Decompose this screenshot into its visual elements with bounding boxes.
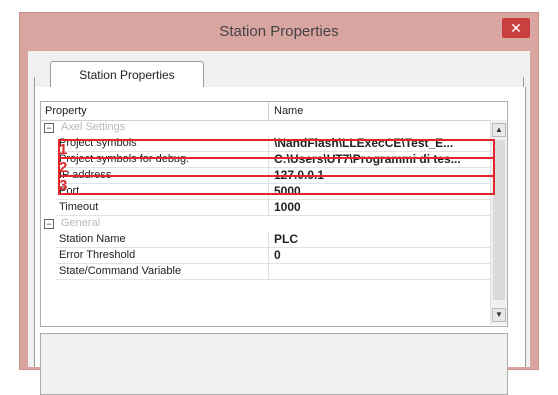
property-grid: Property Name − Axel Settings Project sy… — [40, 101, 508, 327]
property-label: Station Name — [59, 233, 126, 245]
column-header-name[interactable]: Name — [274, 105, 303, 117]
window-title: Station Properties — [219, 22, 339, 40]
scroll-up-icon[interactable]: ▲ — [492, 123, 506, 137]
grid-header: Property Name — [41, 102, 507, 121]
column-separator[interactable] — [268, 102, 269, 120]
collapse-icon[interactable]: − — [44, 219, 54, 229]
cell-separator — [268, 248, 269, 264]
tab-label: Station Properties — [79, 67, 175, 82]
cell-separator — [268, 232, 269, 248]
collapse-icon[interactable]: − — [44, 123, 54, 133]
annotation-number-2: 2 — [59, 159, 68, 176]
category-row[interactable]: − Axel Settings — [41, 120, 491, 136]
tab-border-left — [34, 77, 35, 87]
tab-border-right — [523, 77, 524, 87]
property-label: State/Command Variable — [59, 265, 182, 277]
dialog-client-area: Station Properties Property Name − Axel … — [28, 51, 530, 395]
close-button[interactable]: ✕ — [502, 18, 530, 38]
property-row[interactable]: Station Name PLC — [41, 232, 491, 248]
category-label: General — [61, 217, 101, 229]
cell-separator — [268, 264, 269, 280]
property-row[interactable]: State/Command Variable — [41, 264, 491, 280]
property-value[interactable]: PLC — [274, 232, 298, 246]
row-divider — [55, 279, 491, 280]
description-pane — [40, 333, 508, 395]
window-titlebar[interactable]: Station Properties — [20, 13, 538, 49]
property-label: Error Threshold — [59, 249, 136, 261]
annotation-number-1: 1 — [59, 141, 68, 158]
property-value[interactable]: 1000 — [274, 200, 301, 214]
highlight-box-1 — [58, 139, 495, 159]
property-value[interactable]: 0 — [274, 248, 281, 262]
highlight-box-2 — [58, 157, 495, 177]
scroll-down-icon[interactable]: ▼ — [492, 308, 506, 322]
highlight-box-3 — [58, 175, 495, 195]
tab-station-properties[interactable]: Station Properties — [50, 61, 204, 87]
column-header-property[interactable]: Property — [45, 105, 87, 117]
property-row[interactable]: Error Threshold 0 — [41, 248, 491, 264]
property-label: Timeout — [59, 201, 99, 213]
cell-separator — [268, 200, 269, 216]
annotation-number-3: 3 — [59, 177, 68, 194]
property-row[interactable]: Timeout 1000 — [41, 200, 491, 216]
close-icon: ✕ — [510, 20, 522, 36]
category-row[interactable]: − General — [41, 216, 491, 232]
category-label: Axel Settings — [61, 121, 126, 133]
